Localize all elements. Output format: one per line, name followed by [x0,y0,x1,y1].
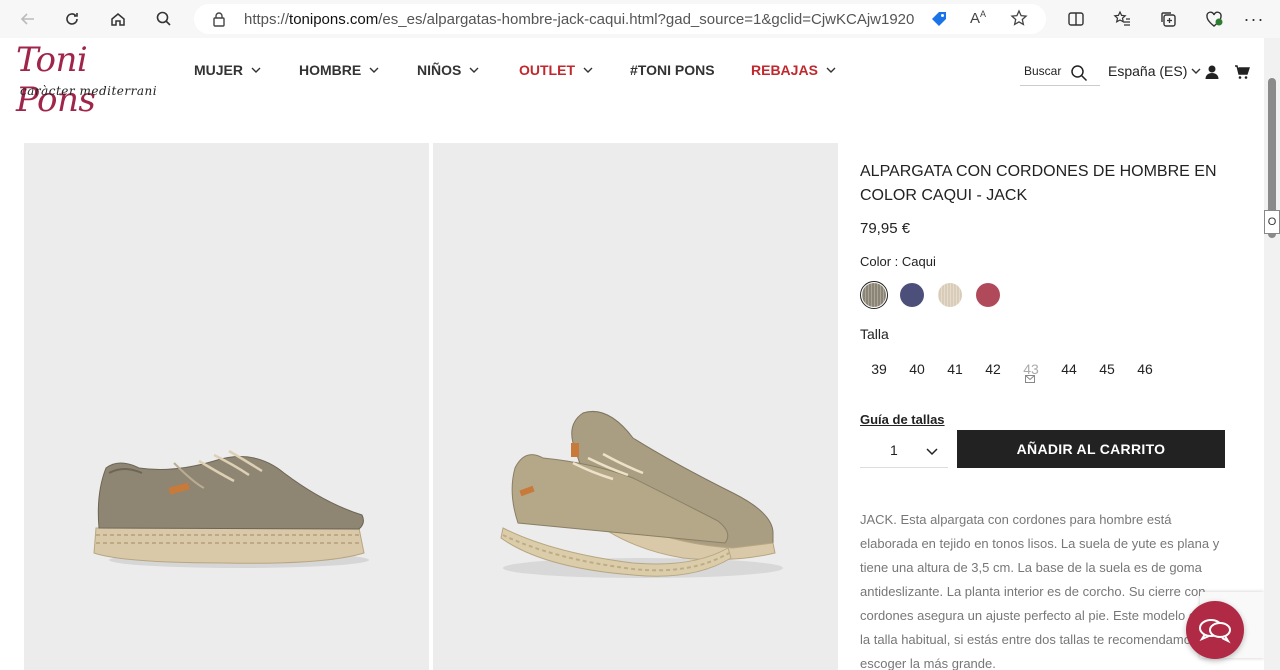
product-description: JACK. Esta alpargata con cordones para h… [860,512,1220,670]
main-nav: MUJER HOMBRE NIÑOS OUTLET #TONI PONS REB… [194,62,851,78]
notify-mail-icon[interactable] [1025,375,1035,383]
size-option[interactable]: 40 [898,361,936,377]
size-option[interactable]: 42 [974,361,1012,377]
lock-icon[interactable] [212,11,226,32]
chevron-down-icon [469,67,479,73]
site-search[interactable]: Buscar [1020,62,1100,86]
address-bar[interactable]: https://tonipons.com/es_es/alpargatas-ho… [194,4,1046,34]
favorite-star-icon[interactable] [1010,9,1028,32]
swatch-navy[interactable] [898,281,926,309]
color-swatches [860,281,1012,309]
site-header: Toni Pons caràcter mediterrani MUJER HOM… [0,38,1264,120]
chevron-down-icon [826,67,836,73]
home-icon[interactable] [106,7,130,31]
product-price: 79,95 € [860,220,911,237]
back-icon[interactable] [16,7,40,31]
read-aloud-icon[interactable]: AA [970,9,986,27]
add-to-cart-button[interactable]: AÑADIR AL CARRITO [957,430,1225,468]
size-option[interactable]: 45 [1088,361,1126,377]
size-option[interactable]: 44 [1050,361,1088,377]
quantity-value: 1 [890,442,898,458]
search-label: Buscar [1024,64,1062,78]
size-guide-link[interactable]: Guía de tallas [860,412,945,427]
nav-item-mujer[interactable]: MUJER [194,62,299,78]
nav-item-ninos[interactable]: NIÑOS [417,62,519,78]
swatch-caqui[interactable] [860,281,888,309]
user-icon[interactable] [1204,64,1220,80]
chevron-down-icon [1191,68,1201,74]
favorites-icon[interactable] [1110,7,1134,31]
nav-item-toni-pons[interactable]: #TONI PONS [630,62,751,78]
toni-pons-logo[interactable]: Toni Pons caràcter mediterrani [14,40,164,120]
chevron-down-icon [369,67,379,73]
browser-essentials-icon[interactable] [1202,7,1226,31]
collections-icon[interactable] [1156,7,1180,31]
split-screen-icon[interactable] [1064,7,1088,31]
color-label: Color : Caqui [860,254,936,269]
side-panel-tab[interactable]: O [1264,210,1280,234]
logo-wordmark: Toni Pons [16,40,96,120]
espadrille-side-image [93,449,369,568]
size-option-unavailable[interactable]: 43 [1012,361,1050,383]
url-text[interactable]: https://tonipons.com/es_es/alpargatas-ho… [244,11,914,28]
search-icon[interactable] [152,7,176,31]
product-image-angle[interactable] [433,143,838,670]
product-title: ALPARGATA CON CORDONES DE HOMBRE EN COLO… [860,163,1217,204]
product-image-side[interactable] [24,143,429,670]
size-option[interactable]: 39 [860,361,898,377]
logo-tagline: caràcter mediterrani [20,84,158,98]
refresh-icon[interactable] [60,7,84,31]
nav-item-rebajas[interactable]: REBAJAS [751,62,851,78]
nav-item-outlet[interactable]: OUTLET [519,62,630,78]
nav-item-hombre[interactable]: HOMBRE [299,62,417,78]
size-label: Talla [860,326,889,342]
swatch-beige[interactable] [936,281,964,309]
chevron-down-icon [926,448,938,456]
cart-icon[interactable] [1234,64,1250,80]
more-menu-icon[interactable]: ··· [1242,7,1266,31]
size-option[interactable]: 41 [936,361,974,377]
search-icon[interactable] [1070,64,1088,82]
quantity-select[interactable]: 1 [860,432,948,468]
chevron-down-icon [251,67,261,73]
chat-button[interactable] [1186,601,1244,659]
swatch-red[interactable] [974,281,1002,309]
espadrille-pair-image [500,411,783,578]
shopping-tag-icon[interactable] [930,10,948,33]
size-options: 39 40 41 42 43 44 45 46 [860,361,1164,383]
browser-toolbar: https://tonipons.com/es_es/alpargatas-ho… [0,0,1280,38]
size-option[interactable]: 46 [1126,361,1164,377]
page-scrollbar[interactable] [1264,38,1280,670]
chevron-down-icon [583,67,593,73]
language-selector[interactable]: España (ES) [1108,63,1201,79]
chat-bubbles-icon [1199,619,1231,644]
